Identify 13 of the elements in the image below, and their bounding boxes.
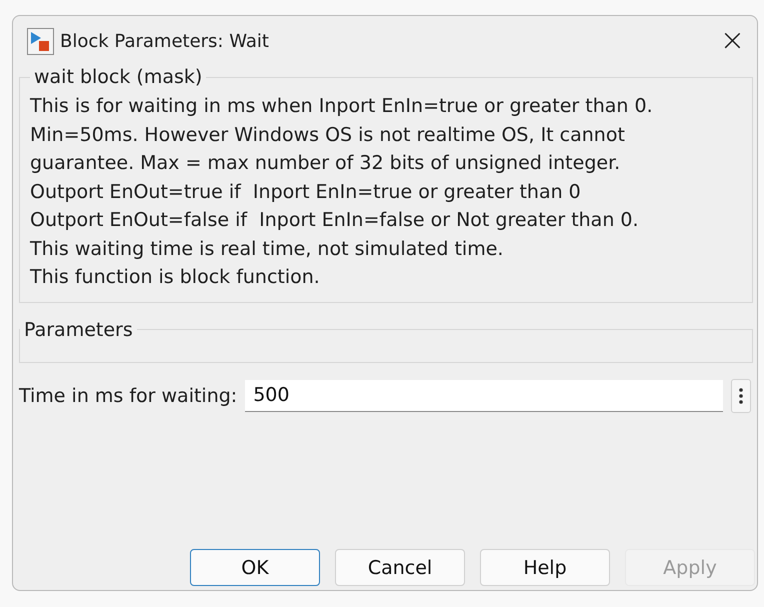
window-title: Block Parameters: Wait [60,30,270,52]
more-options-button[interactable] [731,378,751,412]
group-title: Parameters [23,318,134,340]
input-field[interactable]: 500 [245,380,723,412]
dialog-button[interactable]: Cancel [335,549,465,586]
dialog-button[interactable]: OK [190,549,320,586]
description-text: This is for waiting in ms when Inport EnIn=true or greater than 0. Min=50ms. However Windows OS is not realtime OS, It cannot guarantee. Max = max number of 32 bits of unsigned integer. Outport EnOut=true if Inport EnIn=true or greater than 0 Outport EnOut=false if Inport EnIn=false or Not greater than 0. This waiting time is real time, not simulated time. This function is block function. [30,94,654,290]
group-title: wait block (mask) [33,66,204,88]
block-icon [27,28,54,54]
dialog-button[interactable]: Help [480,549,610,586]
close-icon[interactable]: × [720,26,745,56]
more-icon [739,388,743,404]
field-label: Time in ms for waiting: [19,384,238,406]
